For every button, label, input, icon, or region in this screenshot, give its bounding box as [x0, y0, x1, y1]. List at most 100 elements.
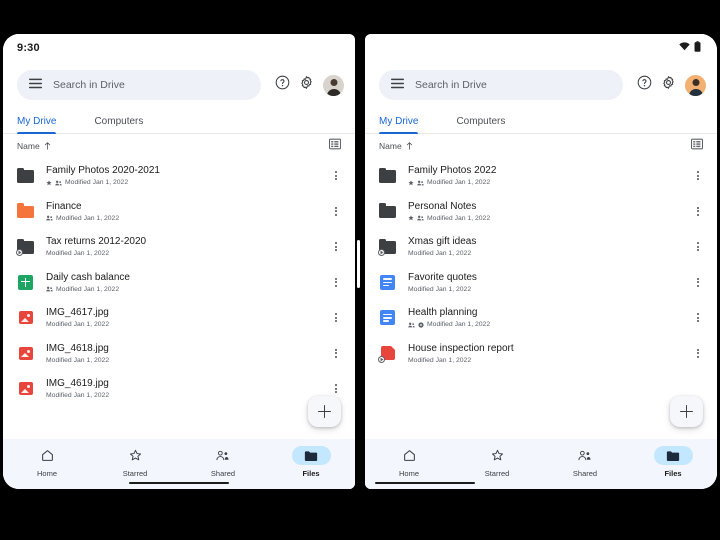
tab-my-drive[interactable]: My Drive [17, 116, 68, 134]
row-overflow-menu-button[interactable] [329, 348, 343, 358]
file-name: Daily cash balance [46, 271, 130, 283]
file-meta: Modified Jan 1, 2022 [46, 286, 317, 293]
table-row[interactable]: IMG_4617.jpg Modified Jan 1, 2022 [3, 300, 355, 336]
people-icon [417, 215, 424, 221]
people-icon [55, 180, 62, 186]
row-overflow-menu-button[interactable] [329, 206, 343, 216]
nav-item-files[interactable]: Files [267, 446, 355, 478]
row-overflow-menu-button[interactable] [691, 348, 705, 358]
file-text: Personal Notes Modified Jan 1, 2022 [408, 201, 679, 222]
row-overflow-menu-button[interactable] [691, 242, 705, 252]
nav-item-home[interactable]: Home [3, 446, 91, 478]
table-row[interactable]: Health planning Modified Jan 1, 2022 [365, 300, 717, 336]
star-icon [408, 180, 414, 185]
nav-item-starred[interactable]: Starred [91, 446, 179, 478]
nav-label: Starred [484, 469, 510, 478]
table-row[interactable]: IMG_4619.jpg Modified Jan 1, 2022 [3, 371, 355, 407]
row-overflow-menu-button[interactable] [329, 384, 343, 394]
table-row[interactable]: Family Photos 2022 Modified Jan 1, 2022 [365, 158, 717, 194]
table-row[interactable]: House inspection report Modified Jan 1, … [365, 336, 717, 372]
nav-item-home[interactable]: Home [365, 446, 453, 478]
file-meta: Modified Jan 1, 2022 [408, 286, 679, 293]
search-input[interactable]: Search in Drive [379, 70, 623, 100]
list-view-icon[interactable] [329, 137, 342, 155]
file-meta: Modified Jan 1, 2022 [408, 357, 679, 364]
right-top-app-bar: Search in Drive [365, 62, 717, 108]
tab-computers[interactable]: Computers [456, 116, 517, 133]
file-name: Finance [46, 200, 82, 212]
tab-my-drive[interactable]: My Drive [379, 116, 430, 134]
table-row[interactable]: IMG_4618.jpg Modified Jan 1, 2022 [3, 336, 355, 372]
hamburger-menu-icon[interactable] [391, 76, 404, 94]
file-name: Personal Notes [408, 200, 477, 212]
sort-by-name-button[interactable]: Name [17, 141, 51, 151]
row-overflow-menu-button[interactable] [329, 313, 343, 323]
search-input[interactable]: Search in Drive [17, 70, 261, 100]
table-row[interactable]: Tax returns 2012-2020 Modified Jan 1, 20… [3, 229, 355, 265]
file-modified-text: Modified Jan 1, 2022 [56, 285, 120, 293]
nav-item-starred[interactable]: Starred [453, 446, 541, 478]
row-overflow-menu-button[interactable] [691, 171, 705, 181]
account-avatar[interactable] [323, 74, 344, 96]
gear-icon[interactable] [661, 75, 676, 95]
row-overflow-menu-button[interactable] [329, 242, 343, 252]
left-status-bar: 9:30 [3, 34, 355, 62]
arrow-up-icon [44, 142, 50, 150]
table-row[interactable]: Favorite quotes Modified Jan 1, 2022 [365, 265, 717, 301]
arrow-up-icon [406, 142, 412, 150]
sort-by-name-button[interactable]: Name [379, 141, 413, 151]
folder-icon [17, 203, 34, 220]
people-icon [46, 215, 53, 221]
file-text: Health planning Modified Jan 1, 2022 [408, 307, 679, 328]
gear-icon[interactable] [299, 75, 314, 95]
file-text: Family Photos 2020-2021 Modified Jan 1, … [46, 165, 317, 186]
file-meta: Modified Jan 1, 2022 [408, 179, 679, 186]
file-meta: Modified Jan 1, 2022 [46, 392, 317, 399]
left-file-list[interactable]: Family Photos 2020-2021 Modified Jan 1, … [3, 158, 355, 439]
row-overflow-menu-button[interactable] [691, 313, 705, 323]
help-circle-icon[interactable] [637, 75, 652, 95]
left-screen: 9:30 Search in Drive My Drive Computers … [3, 34, 355, 489]
create-new-fab[interactable] [670, 396, 703, 427]
home-icon [28, 446, 67, 465]
hamburger-menu-icon[interactable] [29, 76, 42, 94]
nav-item-shared[interactable]: Shared [179, 446, 267, 478]
file-modified-text: Modified Jan 1, 2022 [46, 356, 110, 364]
list-view-icon[interactable] [691, 137, 704, 155]
help-circle-icon[interactable] [275, 75, 290, 95]
folder-icon [379, 167, 396, 184]
folder-icon [17, 167, 34, 184]
file-text: IMG_4617.jpg Modified Jan 1, 2022 [46, 307, 317, 328]
file-text: Finance Modified Jan 1, 2022 [46, 201, 317, 222]
nav-item-shared[interactable]: Shared [541, 446, 629, 478]
table-row[interactable]: Personal Notes Modified Jan 1, 2022 [365, 194, 717, 230]
left-device: 9:30 Search in Drive My Drive Computers … [3, 34, 355, 489]
row-overflow-menu-button[interactable] [691, 206, 705, 216]
account-avatar[interactable] [685, 74, 706, 96]
row-overflow-menu-button[interactable] [329, 277, 343, 287]
right-file-list[interactable]: Family Photos 2022 Modified Jan 1, 2022 … [365, 158, 717, 439]
file-name: House inspection report [408, 342, 514, 354]
right-screen: Search in Drive My Drive Computers Name … [365, 34, 717, 489]
nav-item-files[interactable]: Files [629, 446, 717, 478]
table-row[interactable]: Finance Modified Jan 1, 2022 [3, 194, 355, 230]
file-name: IMG_4619.jpg [46, 378, 109, 390]
table-row[interactable]: Xmas gift ideas Modified Jan 1, 2022 [365, 229, 717, 265]
people-icon [204, 446, 243, 465]
table-row[interactable]: Family Photos 2020-2021 Modified Jan 1, … [3, 158, 355, 194]
file-text: Family Photos 2022 Modified Jan 1, 2022 [408, 165, 679, 186]
table-row[interactable]: Daily cash balance Modified Jan 1, 2022 [3, 265, 355, 301]
people-icon [46, 286, 53, 292]
sort-label: Name [379, 141, 402, 151]
nav-label: Files [302, 469, 320, 478]
file-text: House inspection report Modified Jan 1, … [408, 343, 679, 364]
create-new-fab[interactable] [308, 396, 341, 427]
file-name: IMG_4617.jpg [46, 307, 109, 319]
file-name: IMG_4618.jpg [46, 342, 109, 354]
file-modified-text: Modified Jan 1, 2022 [408, 285, 472, 293]
nav-label: Starred [122, 469, 148, 478]
file-name: Favorite quotes [408, 271, 477, 283]
row-overflow-menu-button[interactable] [691, 277, 705, 287]
tab-computers[interactable]: Computers [94, 116, 155, 133]
row-overflow-menu-button[interactable] [329, 171, 343, 181]
